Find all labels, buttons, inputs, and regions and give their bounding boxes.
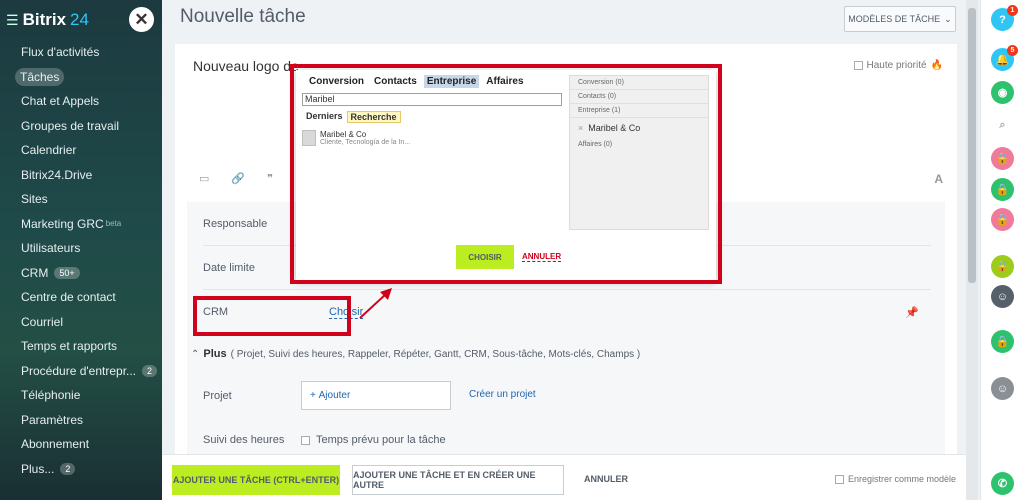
sidebar-item-telephony[interactable]: Téléphonie xyxy=(0,383,162,408)
sidebar-item-sites[interactable]: Sites xyxy=(0,187,162,212)
chat-icon[interactable]: ◉ xyxy=(991,81,1014,104)
sidebar-item-crm-marketing[interactable]: Marketing GRC beta xyxy=(0,212,162,237)
sidebar-item-mail[interactable]: Courriel xyxy=(0,310,162,335)
sidebar-item-drive[interactable]: Bitrix24.Drive xyxy=(0,163,162,188)
sidebar-item-workflows[interactable]: Procédure d'entrepr... 2 xyxy=(0,359,162,384)
plus-icon: + xyxy=(310,390,319,401)
sidebar-item-subscription[interactable]: Abonnement xyxy=(0,432,162,457)
bell-icon[interactable]: 🔔 5 xyxy=(991,45,1018,71)
lock-icon[interactable]: 🔒 xyxy=(991,178,1014,201)
link-icon[interactable]: 🔗 xyxy=(231,172,245,185)
add-task-button[interactable]: AJOUTER UNE TÂCHE (CTRL+ENTER) xyxy=(172,465,340,495)
chevron-up-icon: ⌃ xyxy=(191,348,200,360)
quote-icon[interactable]: ❞ xyxy=(267,172,273,185)
planned-time-checkbox[interactable] xyxy=(301,435,310,445)
phone-icon[interactable]: ✆ xyxy=(991,472,1014,495)
sidebar-item-chat[interactable]: Chat et Appels xyxy=(0,89,162,114)
app-logo[interactable]: Bitrix 24 xyxy=(23,10,89,30)
save-as-template[interactable]: Enregistrer comme modèle xyxy=(834,474,956,484)
arrow-icon xyxy=(359,288,392,319)
high-priority-checkbox[interactable] xyxy=(853,61,863,70)
sidebar-item-time-reports[interactable]: Temps et rapports xyxy=(0,334,162,359)
lock-icon[interactable]: 🔒 xyxy=(991,330,1014,353)
help-badge: 1 xyxy=(1007,5,1018,16)
left-sidebar: ☰ Bitrix 24 Flux d'activités Tâches Chat … xyxy=(0,0,162,500)
video-icon[interactable]: ▭ xyxy=(199,172,209,185)
task-title-input[interactable]: Nouveau logo de xyxy=(193,58,299,74)
help-icon[interactable]: ? 1 xyxy=(991,5,1018,31)
page-title: Nouvelle tâche xyxy=(180,6,306,27)
close-icon[interactable]: ✕ xyxy=(129,7,154,32)
pin-icon[interactable]: 📌 xyxy=(905,306,919,319)
flame-icon: 🔥 xyxy=(930,60,943,71)
add-project-button[interactable]: + Ajouter xyxy=(301,381,451,410)
scrollbar-thumb[interactable] xyxy=(968,8,976,283)
planned-time-option[interactable]: Temps prévu pour la tâche xyxy=(301,434,446,446)
sidebar-item-contact-center[interactable]: Centre de contact xyxy=(0,285,162,310)
more-options[interactable]: ⌃ Plus( Projet, Suivi des heures, Rappele… xyxy=(191,348,640,360)
sidebar-item-activity-stream[interactable]: Flux d'activités xyxy=(0,40,162,65)
notification-badge: 5 xyxy=(1007,45,1018,56)
crm-count-badge: 50+ xyxy=(54,266,80,279)
sidebar-menu: Flux d'activités Tâches Chat et Appels G… xyxy=(0,40,162,481)
form-footer: AJOUTER UNE TÂCHE (CTRL+ENTER) AJOUTER U… xyxy=(162,454,970,500)
sidebar-item-workgroups[interactable]: Groupes de travail xyxy=(0,114,162,139)
search-icon[interactable]: ⌕ xyxy=(991,114,1014,137)
highlight-crm xyxy=(193,296,351,336)
menu-icon[interactable]: ☰ xyxy=(6,12,19,29)
save-template-checkbox[interactable] xyxy=(834,474,844,484)
add-and-create-button[interactable]: AJOUTER UNE TÂCHE ET EN CRÉER UNE AUTRE xyxy=(352,465,564,495)
text-format-icon[interactable]: A xyxy=(934,172,943,186)
task-templates-button[interactable]: MODÈLES DE TÂCHE ⌄ xyxy=(844,6,956,32)
project-label: Projet xyxy=(203,390,232,402)
chevron-down-icon: ⌄ xyxy=(944,13,952,24)
lock-icon[interactable]: 🔒 xyxy=(991,255,1014,278)
avatar[interactable]: ☺ xyxy=(991,285,1014,308)
lock-icon[interactable]: 🔒 xyxy=(991,208,1014,231)
sidebar-item-more[interactable]: Plus... 2 xyxy=(0,457,162,482)
sidebar-item-tasks[interactable]: Tâches xyxy=(0,65,162,90)
sidebar-item-settings[interactable]: Paramètres xyxy=(0,408,162,433)
workflow-count-badge: 2 xyxy=(142,364,158,377)
right-sidebar: ? 1 🔔 5 ◉ ⌕ 🔒 🔒 🔒 🔒 ☺ 🔒 ☺ ✆ xyxy=(980,0,1024,500)
sidebar-item-users[interactable]: Utilisateurs xyxy=(0,236,162,261)
cancel-button[interactable]: ANNULER xyxy=(584,474,628,484)
high-priority-toggle[interactable]: Haute priorité 🔥 xyxy=(853,60,943,71)
sidebar-item-calendar[interactable]: Calendrier xyxy=(0,138,162,163)
avatar[interactable]: ☺ xyxy=(991,377,1014,400)
time-tracking-label: Suivi des heures xyxy=(203,434,285,446)
highlight-popup xyxy=(290,64,722,284)
create-project-link[interactable]: Créer un projet xyxy=(469,389,536,400)
lock-icon[interactable]: 🔒 xyxy=(991,147,1014,170)
sidebar-item-crm[interactable]: CRM 50+ xyxy=(0,261,162,286)
more-count-badge: 2 xyxy=(60,462,76,475)
